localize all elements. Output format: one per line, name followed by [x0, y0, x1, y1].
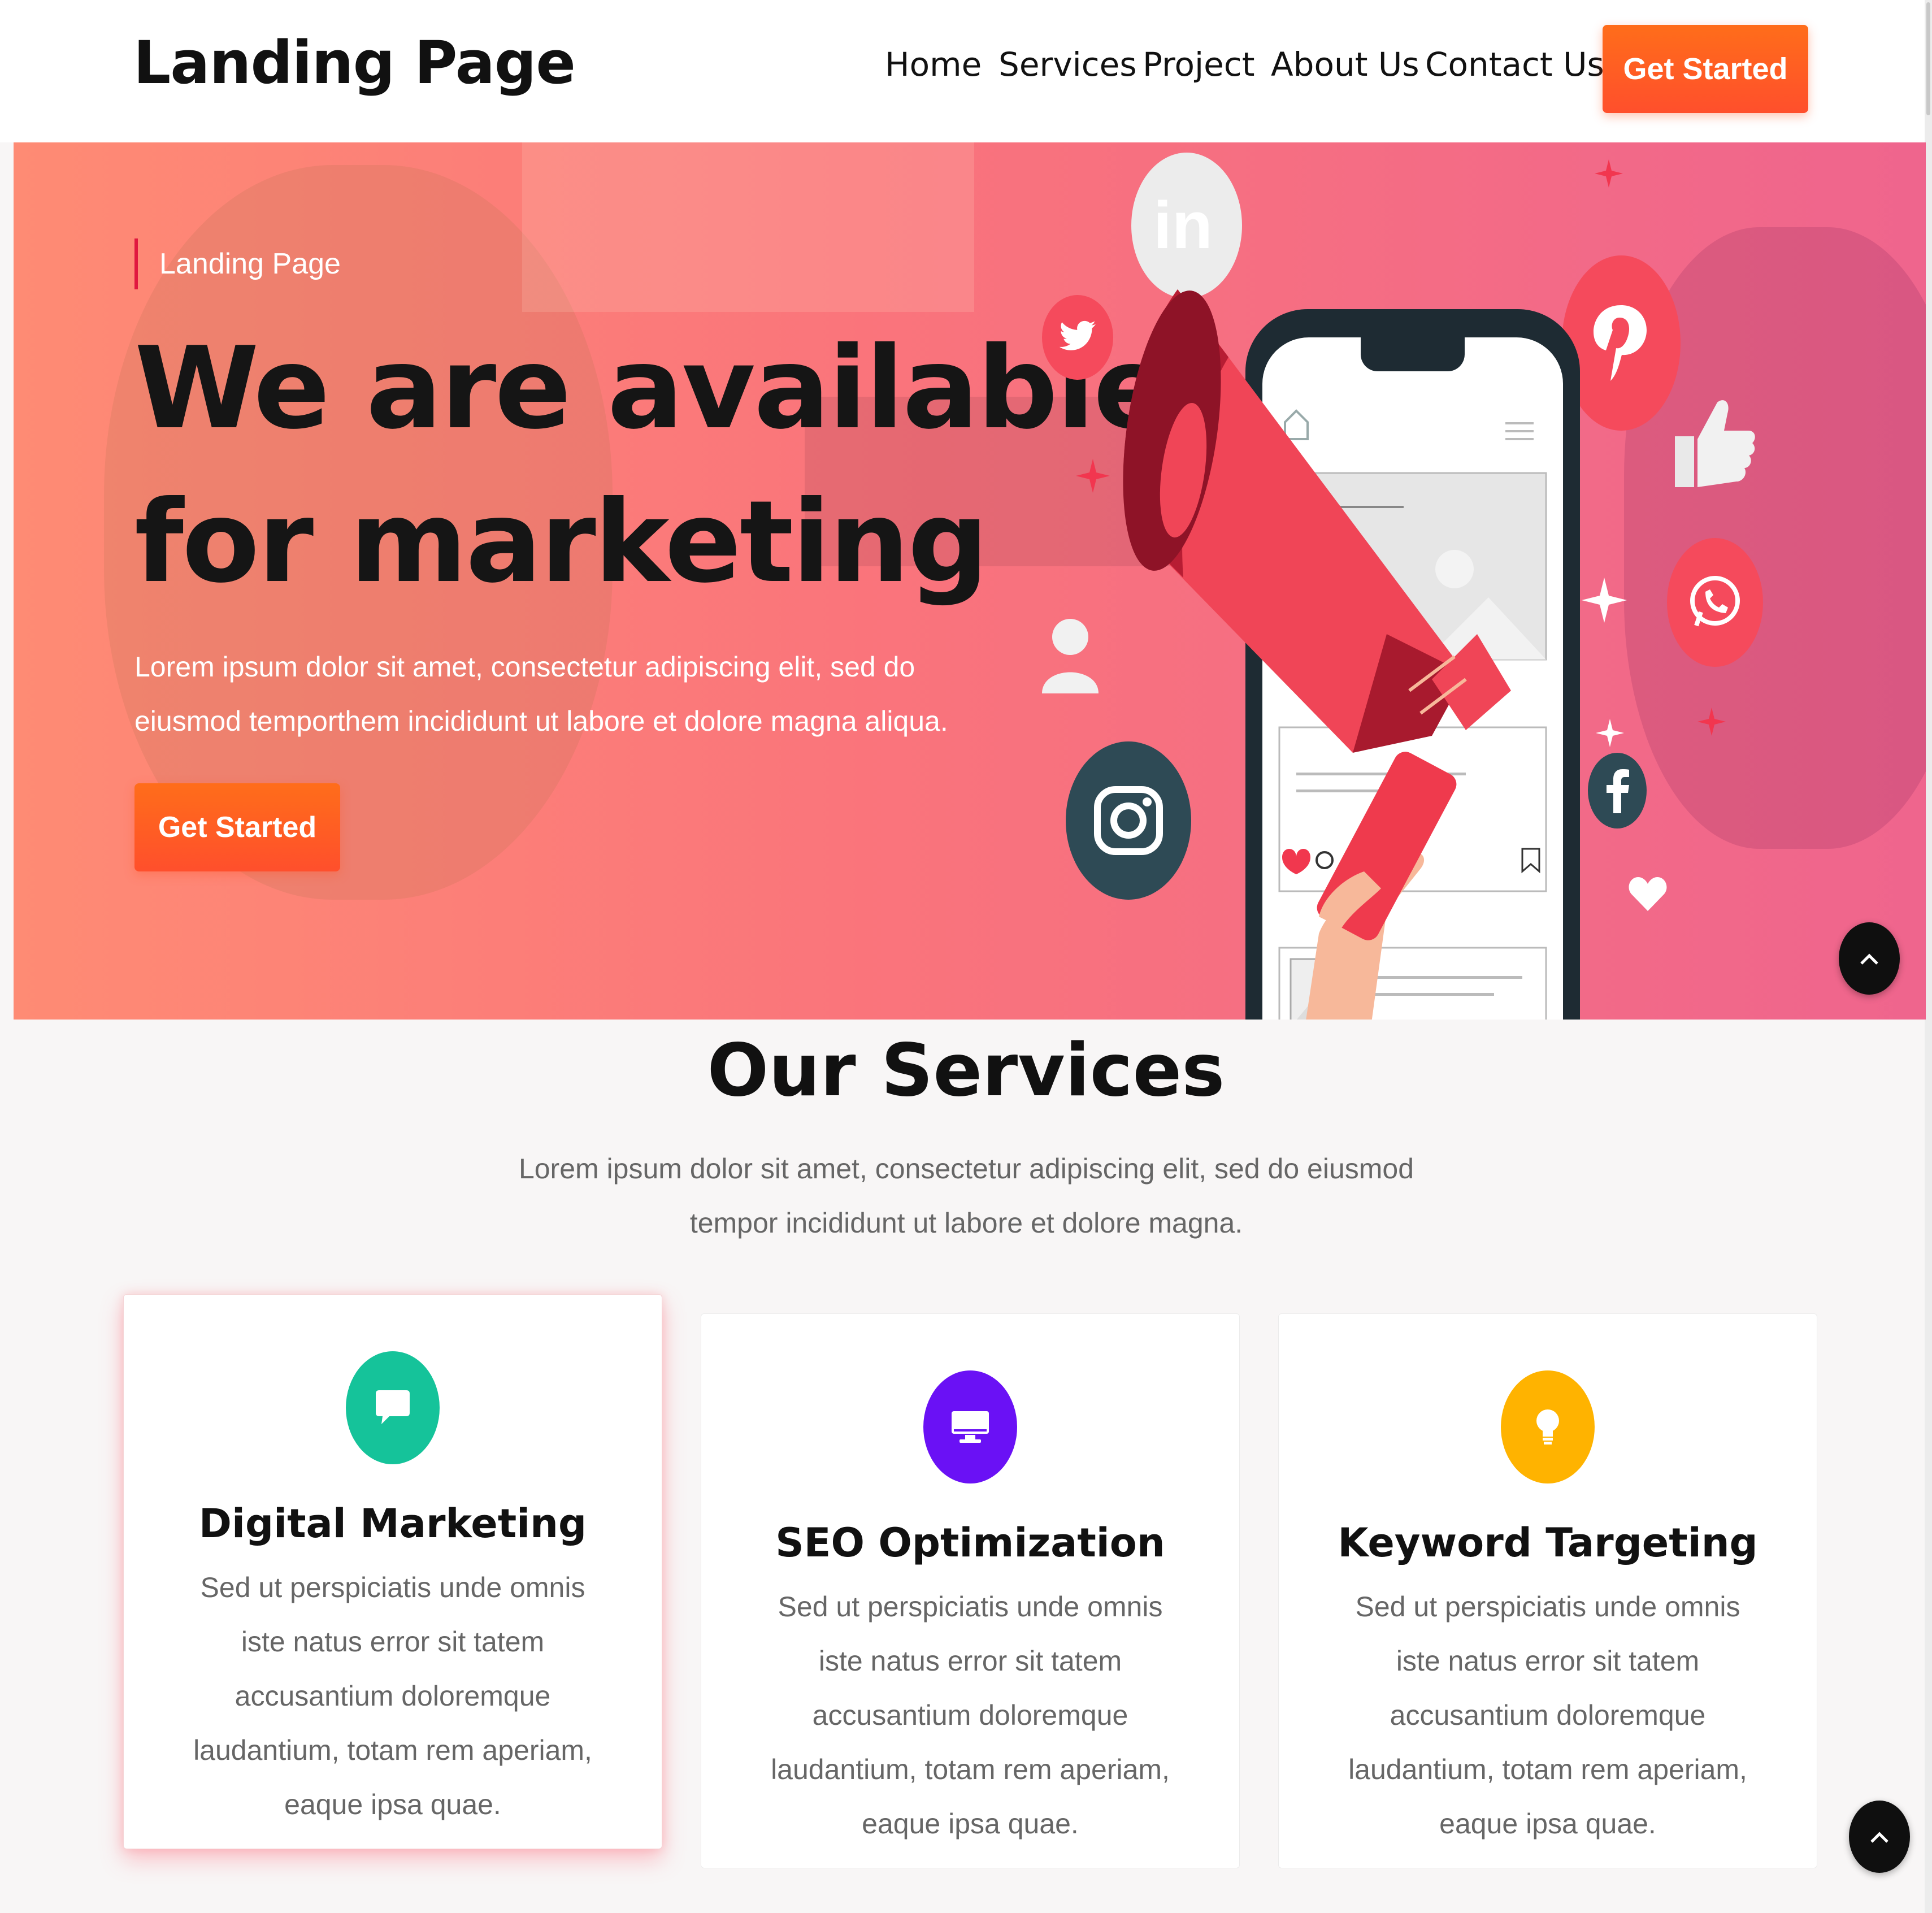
- services-title: Our Services: [707, 1029, 1225, 1113]
- site-logo[interactable]: Landing Page: [133, 28, 576, 97]
- heart-icon: [1626, 871, 1669, 917]
- nav-link-services[interactable]: Services: [998, 45, 1137, 84]
- sparkle-icon: [1596, 719, 1624, 747]
- facebook-icon: [1588, 753, 1647, 828]
- sparkle-icon: [1595, 159, 1623, 188]
- thumbs-up-icon: [1669, 385, 1760, 498]
- hero-description: Lorem ipsum dolor sit amet, consectetur …: [134, 651, 948, 737]
- site-header: Landing Page Home Services Project About…: [0, 0, 1932, 142]
- service-card-title: Keyword Targeting: [1338, 1520, 1758, 1566]
- sparkle-icon: [1697, 708, 1726, 736]
- nav-link-home[interactable]: Home: [885, 45, 982, 84]
- hero-title: We are available for marketing: [134, 312, 1170, 619]
- header-get-started-button[interactable]: Get Started: [1603, 25, 1808, 113]
- scroll-to-top-button-bottom[interactable]: [1849, 1801, 1910, 1873]
- hero-title-line-1: We are available: [134, 323, 1170, 454]
- hero-eyebrow: Landing Page: [134, 238, 341, 289]
- service-card-keyword-targeting[interactable]: Keyword Targeting Sed ut perspiciatis un…: [1278, 1313, 1817, 1868]
- hero-title-line-2: for marketing: [134, 476, 989, 608]
- monitor-icon: [923, 1370, 1017, 1483]
- megaphone-icon: [1123, 289, 1511, 1020]
- chevron-up-icon: [1870, 1832, 1888, 1843]
- lightbulb-icon: [1501, 1370, 1595, 1483]
- hero-section: Landing Page We are available for market…: [14, 142, 1926, 1020]
- service-card-seo-optimization[interactable]: SEO Optimization Sed ut perspiciatis und…: [701, 1313, 1240, 1868]
- svg-text:in: in: [1153, 192, 1213, 259]
- chevron-up-icon: [1860, 953, 1878, 965]
- sparkle-icon: [1582, 578, 1627, 623]
- service-card-title: SEO Optimization: [775, 1520, 1165, 1566]
- service-card-text: Sed ut perspiciatis unde omnis iste natu…: [193, 1572, 592, 1820]
- service-card-digital-marketing[interactable]: Digital Marketing Sed ut perspiciatis un…: [123, 1294, 662, 1849]
- linkedin-icon: in: [1131, 153, 1242, 298]
- service-card-text: Sed ut perspiciatis unde omnis iste natu…: [771, 1591, 1170, 1840]
- service-card-title: Digital Marketing: [198, 1500, 587, 1547]
- user-icon: [1036, 611, 1104, 696]
- services-description: Lorem ipsum dolor sit amet, consectetur …: [518, 1153, 1414, 1239]
- sparkle-icon: [1076, 459, 1110, 493]
- nav-link-contact-us[interactable]: Contact Us: [1425, 45, 1604, 84]
- chat-icon: [346, 1351, 440, 1464]
- service-card-text: Sed ut perspiciatis unde omnis iste natu…: [1348, 1591, 1747, 1840]
- nav-link-about-us[interactable]: About Us: [1271, 45, 1419, 84]
- nav-link-project[interactable]: Project: [1143, 45, 1254, 84]
- hero-get-started-button[interactable]: Get Started: [134, 783, 340, 871]
- whatsapp-icon: [1667, 538, 1763, 667]
- scroll-to-top-button[interactable]: [1839, 922, 1900, 995]
- twitter-icon: [1042, 295, 1113, 380]
